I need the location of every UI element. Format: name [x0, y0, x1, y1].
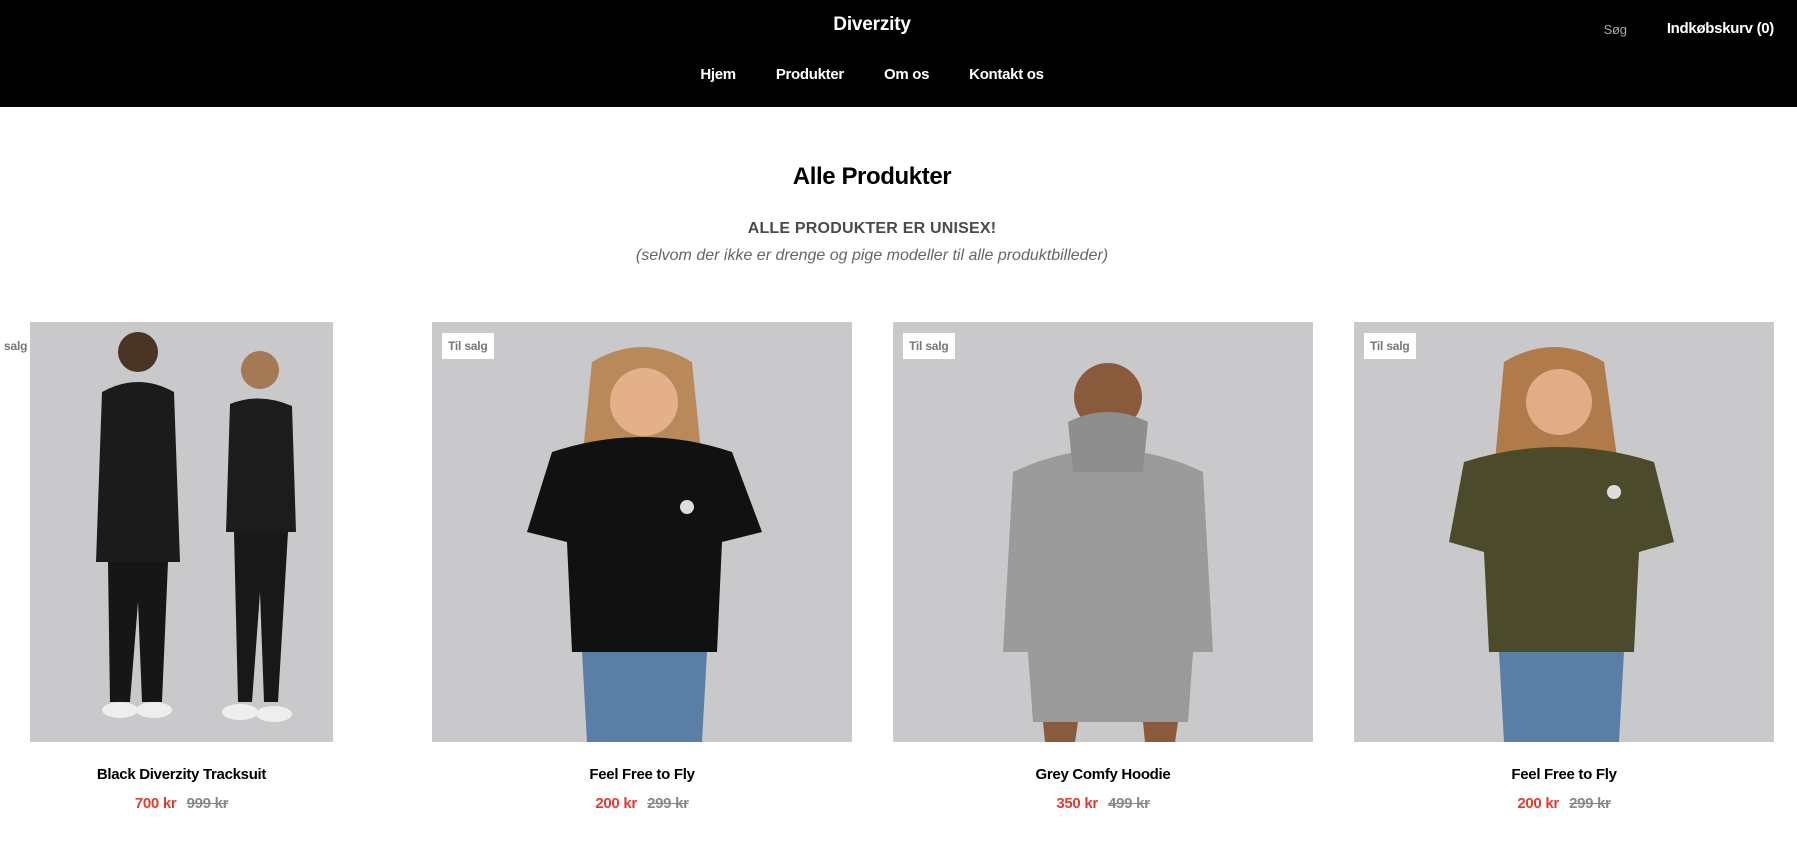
product-image[interactable]: Til salg: [432, 322, 852, 742]
hoodie-grey-photo: [893, 322, 1313, 742]
original-price: 499 kr: [1108, 795, 1150, 812]
subnote: (selvom der ikke er drenge og pige model…: [635, 247, 1109, 264]
cart-link[interactable]: Indkøbskurv (0): [1667, 20, 1774, 37]
product-card[interactable]: Til salg Grey Comfy Hoodie 350 kr 499 kr: [893, 322, 1313, 812]
product-name[interactable]: Grey Comfy Hoodie: [893, 766, 1313, 783]
original-price: 299 kr: [1569, 795, 1611, 812]
product-card[interactable]: Til salg Feel Free to Fly 200 kr 299 kr: [432, 322, 852, 812]
product-card[interactable]: Black Diverzity Tracksuit 700 kr 999 kr: [30, 322, 333, 812]
product-prices: 200 kr 299 kr: [1354, 795, 1774, 812]
sale-price: 350 kr: [1056, 795, 1098, 812]
product-name[interactable]: Feel Free to Fly: [432, 766, 852, 783]
tracksuit-photo: [30, 322, 333, 742]
tshirt-black-photo: [432, 322, 852, 742]
main-nav: Hjem Produkter Om os Kontakt os: [0, 66, 1744, 83]
product-name[interactable]: Black Diverzity Tracksuit: [30, 766, 333, 783]
product-prices: 350 kr 499 kr: [893, 795, 1313, 812]
nav-item-about[interactable]: Om os: [884, 66, 929, 83]
tshirt-olive-photo: [1354, 322, 1774, 742]
sale-price: 200 kr: [1517, 795, 1559, 812]
search-link[interactable]: Søg: [1604, 22, 1627, 37]
original-price: 299 kr: [647, 795, 689, 812]
page-title: Alle Produkter: [792, 163, 952, 190]
product-image[interactable]: Til salg: [1354, 322, 1774, 742]
original-price: 999 kr: [186, 795, 229, 812]
site-header: Diverzity Hjem Produkter Om os Kontakt o…: [0, 0, 1797, 107]
product-prices: 200 kr 299 kr: [432, 795, 852, 812]
header-actions: Søg Indkøbskurv (0): [1604, 20, 1775, 37]
product-prices: 700 kr 999 kr: [30, 795, 333, 812]
product-card[interactable]: Til salg Feel Free to Fly 200 kr 299 kr: [1354, 322, 1774, 812]
brand-logo[interactable]: Diverzity: [0, 14, 1744, 36]
sale-badge: Til salg: [442, 333, 494, 359]
nav-item-contact[interactable]: Kontakt os: [969, 66, 1044, 83]
unisex-note: ALLE PRODUKTER ER UNISEX!: [747, 220, 997, 237]
nav-item-home[interactable]: Hjem: [700, 66, 736, 83]
product-name[interactable]: Feel Free to Fly: [1354, 766, 1774, 783]
sale-badge: Til salg: [1364, 333, 1416, 359]
sale-badge: salg: [0, 333, 32, 359]
nav-item-products[interactable]: Produkter: [776, 66, 844, 83]
product-image[interactable]: [30, 322, 333, 742]
sale-badge: Til salg: [903, 333, 955, 359]
sale-price: 700 kr: [134, 795, 177, 812]
sale-price: 200 kr: [595, 795, 637, 812]
product-image[interactable]: Til salg: [893, 322, 1313, 742]
